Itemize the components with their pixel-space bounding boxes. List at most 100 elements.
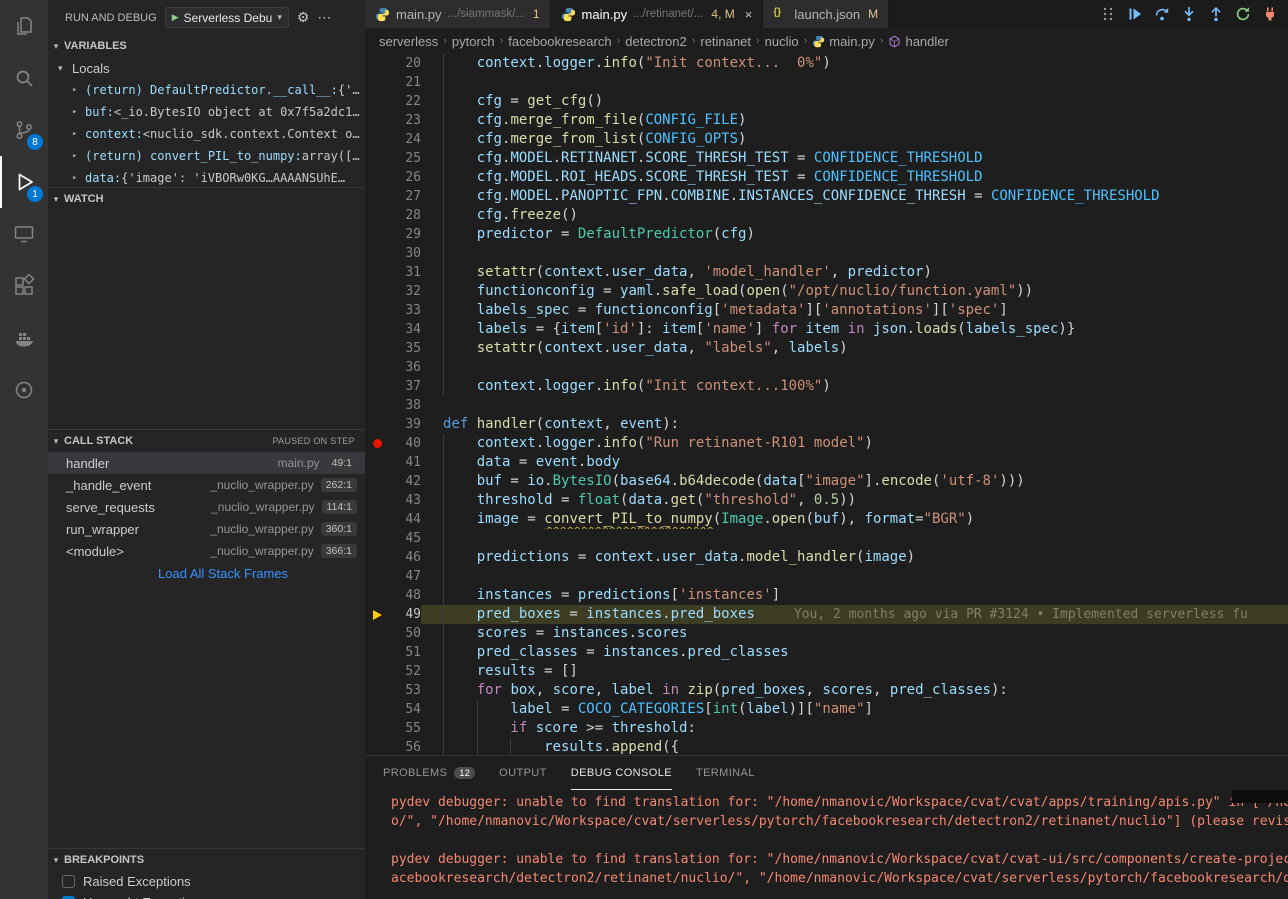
gutter-glyph-margin[interactable] [365, 605, 389, 624]
code-text [421, 567, 1288, 586]
stack-frame-row[interactable]: _handle_event_nuclio_wrapper.py262:1 [48, 474, 365, 496]
line-number: 55 [389, 719, 421, 738]
debug-step-out-button[interactable] [1208, 6, 1224, 22]
breadcrumb-item[interactable]: detectron2 [625, 34, 686, 49]
debug-gripper-button[interactable] [1100, 6, 1116, 22]
stack-frame-row[interactable]: serve_requests_nuclio_wrapper.py114:1 [48, 496, 365, 518]
python-file-icon [561, 7, 576, 22]
breadcrumb-item[interactable]: handler [888, 34, 948, 49]
load-all-stack-frames-link[interactable]: Load All Stack Frames [48, 562, 365, 584]
breadcrumb-item[interactable]: serverless [379, 34, 438, 49]
stack-frame-row[interactable]: <module>_nuclio_wrapper.py366:1 [48, 540, 365, 562]
debug-step-over-button[interactable] [1154, 6, 1170, 22]
code-text: context.logger.info("Init context...100%… [421, 377, 1288, 396]
code-text: functionconfig = yaml.safe_load(open("/o… [421, 282, 1288, 301]
watch-section: ▾ WATCH [48, 187, 365, 429]
debug-continue-button[interactable] [1127, 6, 1143, 22]
breadcrumb-label: main.py [829, 34, 875, 49]
variable-row[interactable]: ▸data: {'image': 'iVBORw0KG…AAAANSUhE… [48, 167, 365, 187]
extensions-activity-button[interactable] [0, 260, 48, 312]
stack-frame-row[interactable]: run_wrapper_nuclio_wrapper.py360:1 [48, 518, 365, 540]
panel-tab-terminal[interactable]: TERMINAL [696, 756, 755, 790]
start-debug-icon[interactable]: ▶ [172, 12, 179, 23]
variable-row[interactable]: ▸(return) convert_PIL_to_numpy: array([[… [48, 145, 365, 167]
tab-modified-badge: M [868, 7, 878, 21]
scope-locals[interactable]: ▾ Locals [48, 57, 365, 79]
run-and-debug-activity-button[interactable]: 1 [0, 156, 48, 208]
code-text: results = [] [421, 662, 1288, 681]
breadcrumb-label: detectron2 [625, 34, 686, 49]
breadcrumb-item[interactable]: main.py [812, 34, 875, 49]
variable-row[interactable]: ▸context: <nuclio_sdk.context.Context ob… [48, 123, 365, 145]
chevron-down-icon: ▾ [48, 41, 64, 52]
watch-section-header[interactable]: ▾ WATCH [48, 188, 365, 210]
breadcrumb-item[interactable]: nuclio [765, 34, 799, 49]
line-number: 30 [389, 244, 421, 263]
breakpoints-list: Raised Exceptions✓Uncaught Exceptions [48, 871, 365, 899]
indent-guide [443, 225, 477, 244]
code-line: 37context.logger.info("Init context...10… [365, 377, 1288, 396]
variable-value: <nuclio_sdk.context.Context objec… [143, 127, 365, 141]
checkbox-unchecked[interactable] [62, 875, 75, 888]
variables-section-header[interactable]: ▾ VARIABLES [48, 35, 365, 57]
code-line: 30 [365, 244, 1288, 263]
line-number: 23 [389, 111, 421, 130]
remote-explorer-activity-button[interactable] [0, 208, 48, 260]
gear-icon[interactable]: ⚙ [297, 9, 310, 26]
breadcrumb-item[interactable]: retinanet [700, 34, 751, 49]
line-number: 51 [389, 643, 421, 662]
stack-frame-file: main.py [278, 456, 327, 470]
gutter-glyph-margin [365, 339, 389, 358]
variable-row[interactable]: ▸buf: <_io.BytesIO object at 0x7f5a2dc1e… [48, 101, 365, 123]
gutter-glyph-margin [365, 301, 389, 320]
line-number: 48 [389, 586, 421, 605]
variables-list: ▸(return) DefaultPredictor.__call__: {'i… [48, 79, 365, 187]
panel-tabs: PROBLEMS12 OUTPUT DEBUG CONSOLE TERMINAL [365, 756, 1288, 790]
launch-config-picker[interactable]: ▶ Serverless Debu ▾ [165, 7, 289, 28]
code-editor[interactable]: 20context.logger.info("Init context... 0… [365, 54, 1288, 755]
stack-frame-row[interactable]: handlermain.py49:1 [48, 452, 365, 474]
explorer-activity-button[interactable] [0, 0, 48, 52]
call-stack-list: handlermain.py49:1_handle_event_nuclio_w… [48, 452, 365, 562]
debug-step-into-button[interactable] [1181, 6, 1197, 22]
panel-tab-problems[interactable]: PROBLEMS12 [383, 756, 475, 790]
close-icon[interactable]: × [745, 7, 753, 22]
line-number: 32 [389, 282, 421, 301]
panel-tab-output[interactable]: OUTPUT [499, 756, 547, 790]
source-control-activity-button[interactable]: 8 [0, 104, 48, 156]
indent-guide [510, 738, 544, 755]
stack-frame-position-badge: 262:1 [321, 478, 357, 492]
breakpoint-row[interactable]: ✓Uncaught Exceptions [48, 892, 365, 899]
gutter-glyph-margin[interactable] [365, 434, 389, 453]
breadcrumb-item[interactable]: pytorch [452, 34, 495, 49]
indent-guide [443, 510, 477, 529]
editor-tab[interactable]: {}launch.jsonM [763, 0, 889, 28]
debug-console-output[interactable]: pydev debugger: unable to find translati… [365, 790, 1288, 899]
call-stack-section-header[interactable]: ▾ CALL STACK PAUSED ON STEP [48, 430, 365, 452]
breadcrumb-item[interactable]: facebookresearch [508, 34, 611, 49]
gutter-glyph-margin [365, 529, 389, 548]
search-activity-button[interactable] [0, 52, 48, 104]
docker-activity-button[interactable] [0, 312, 48, 364]
tab-modified-badge: 1 [533, 7, 540, 21]
line-number: 38 [389, 396, 421, 415]
breakpoints-section-header[interactable]: ▾ BREAKPOINTS [48, 849, 365, 871]
debug-disconnect-button[interactable] [1262, 6, 1278, 22]
gutter-glyph-margin [365, 54, 389, 73]
indent-guide [443, 92, 477, 111]
breadcrumb-label: serverless [379, 34, 438, 49]
editor-tab[interactable]: main.py.../siammask/...1 [365, 0, 551, 28]
debug-restart-button[interactable] [1235, 6, 1251, 22]
editor-tab[interactable]: main.py.../retinanet/...4, M× [551, 0, 764, 28]
scrollbar-thumb[interactable] [1232, 790, 1288, 803]
more-actions-icon[interactable]: ⋯ [317, 9, 331, 26]
breakpoint-row[interactable]: Raised Exceptions [48, 871, 365, 892]
code-text: cfg.freeze() [421, 206, 1288, 225]
breadcrumb-separator-icon: › [756, 35, 760, 47]
code-line: 22cfg = get_cfg() [365, 92, 1288, 111]
plugin-activity-button[interactable] [0, 364, 48, 416]
console-line: o/", "/home/nmanovic/Workspace/cvat/serv… [391, 812, 1288, 831]
variable-row[interactable]: ▸(return) DefaultPredictor.__call__: {'i… [48, 79, 365, 101]
gutter-glyph-margin [365, 681, 389, 700]
panel-tab-debug-console[interactable]: DEBUG CONSOLE [571, 756, 672, 790]
